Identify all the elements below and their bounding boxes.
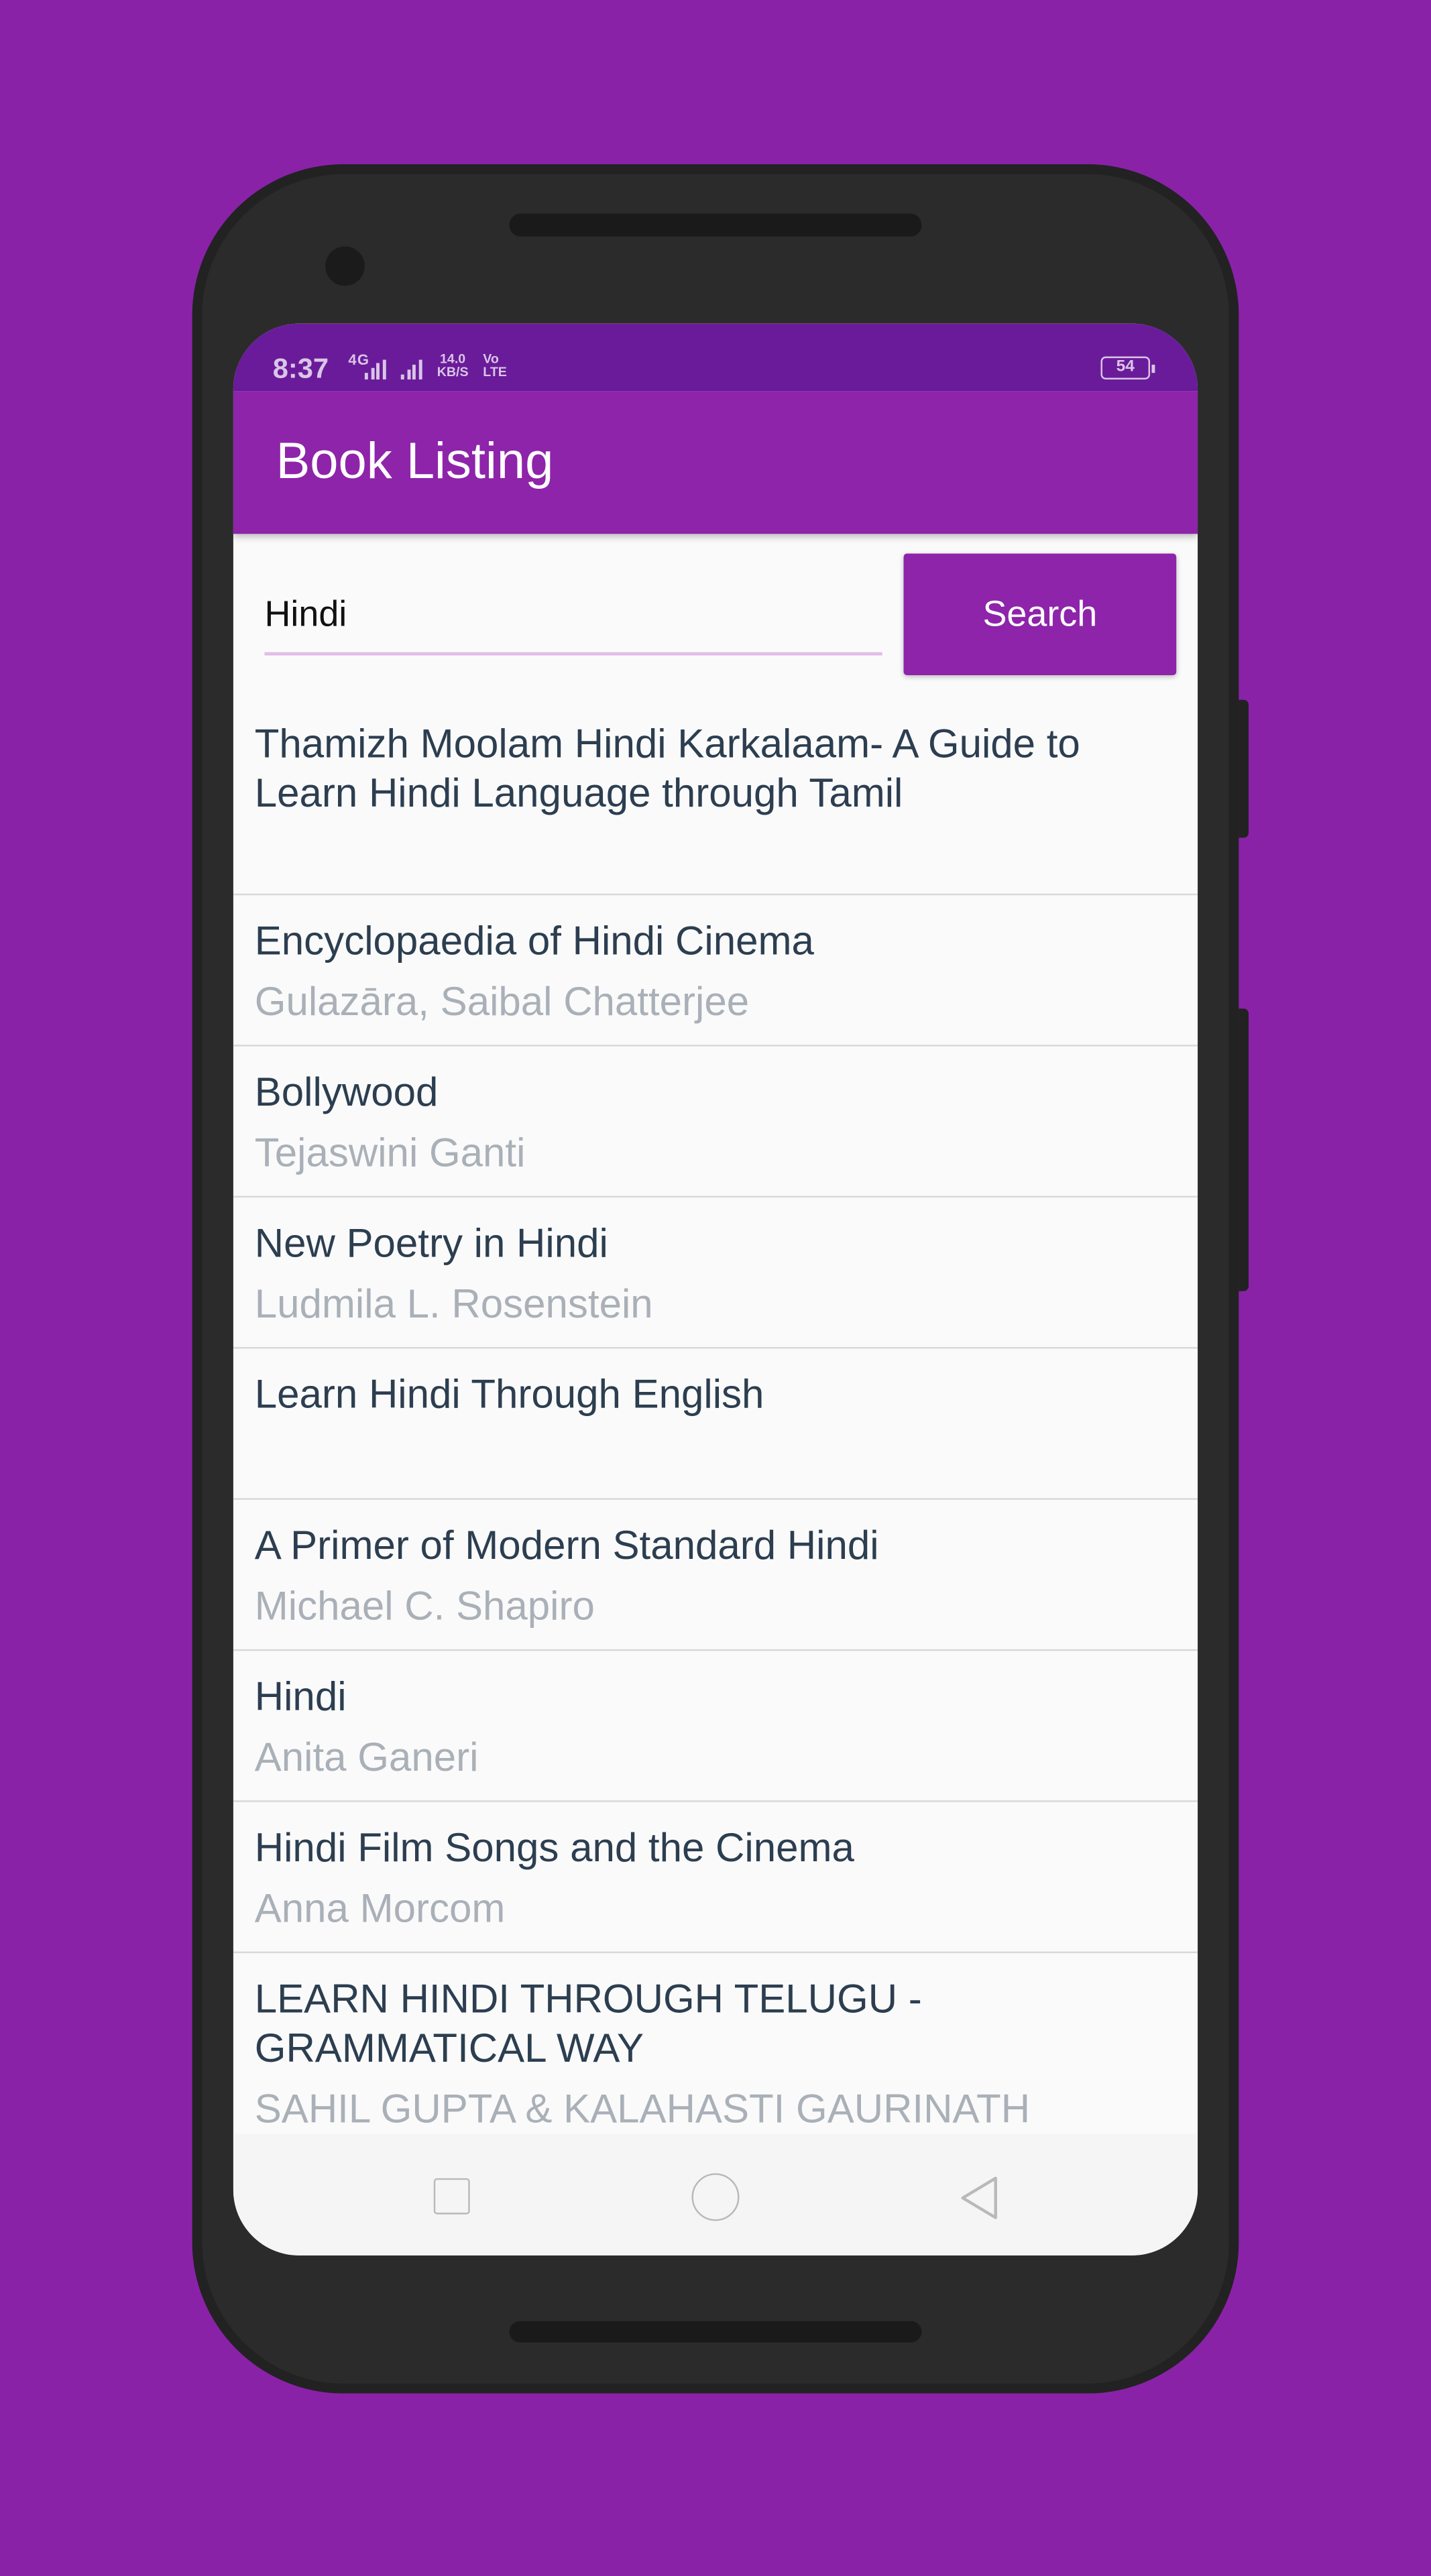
home-icon[interactable] (691, 2173, 740, 2221)
app-bar: Book Listing (233, 391, 1198, 534)
battery-icon: 54 (1100, 356, 1150, 379)
book-item[interactable]: New Poetry in Hindi Ludmila L. Rosenstei… (233, 1197, 1198, 1349)
book-list[interactable]: Thamizh Moolam Hindi Karkalaam- A Guide … (233, 698, 1198, 2183)
status-time: 8:37 (272, 353, 329, 385)
bottom-speaker (509, 2321, 922, 2343)
search-button[interactable]: Search (903, 553, 1177, 675)
book-author: SAHIL GUPTA & KALAHASTI GAURINATH (254, 2087, 1031, 2133)
book-author: Anna Morcom (254, 1887, 506, 1932)
book-item[interactable]: Hindi Anita Ganeri (233, 1651, 1198, 1802)
book-item[interactable]: Hindi Film Songs and the Cinema Anna Mor… (233, 1802, 1198, 1954)
signal-icon (364, 359, 386, 379)
power-button (1239, 1008, 1249, 1291)
book-author: Michael C. Shapiro (254, 1585, 595, 1630)
book-title: Hindi Film Songs and the Cinema (254, 1826, 854, 1871)
book-item[interactable]: Thamizh Moolam Hindi Karkalaam- A Guide … (233, 698, 1198, 896)
front-camera (325, 246, 365, 286)
book-title: Thamizh Moolam Hindi Karkalaam- A Guide … (254, 723, 1080, 817)
book-item[interactable]: Bollywood Tejaswini Ganti (233, 1047, 1198, 1198)
navigation-bar (233, 2133, 1198, 2256)
back-icon[interactable] (956, 2173, 1003, 2223)
book-author: Gulazāra, Saibal Chatterjee (254, 980, 750, 1025)
book-item[interactable]: Learn Hindi Through English (233, 1348, 1198, 1500)
book-title: A Primer of Modern Standard Hindi (254, 1524, 879, 1569)
network-speed: 14.0 KB/S (437, 353, 469, 379)
signal-icon (400, 359, 422, 379)
earpiece-speaker (509, 213, 922, 237)
volte-icon: Vo LTE (483, 353, 507, 379)
battery-tip (1151, 364, 1155, 373)
book-title: Bollywood (254, 1071, 439, 1116)
book-author: Tejaswini Ganti (254, 1132, 526, 1177)
book-title: New Poetry in Hindi (254, 1222, 608, 1267)
status-bar: 8:37 4G 14.0 KB/S Vo LTE 54 (233, 323, 1198, 392)
book-item[interactable]: A Primer of Modern Standard Hindi Michae… (233, 1500, 1198, 1651)
book-title: Learn Hindi Through English (254, 1373, 764, 1418)
book-title: LEARN HINDI THROUGH TELUGU - GRAMMATICAL… (254, 1977, 922, 2072)
recent-apps-icon[interactable] (433, 2178, 470, 2215)
volte-bottom: LTE (483, 364, 507, 379)
book-item[interactable]: Encyclopaedia of Hindi Cinema Gulazāra, … (233, 895, 1198, 1047)
book-title: Encyclopaedia of Hindi Cinema (254, 920, 814, 965)
book-author: Ludmila L. Rosenstein (254, 1283, 653, 1328)
volume-button (1239, 699, 1249, 838)
page-title: Book Listing (276, 432, 554, 490)
book-title: Hindi (254, 1676, 347, 1720)
speed-unit: KB/S (437, 364, 469, 379)
book-author: Anita Ganeri (254, 1736, 479, 1781)
search-input[interactable] (264, 576, 882, 656)
device-mockup: 8:37 4G 14.0 KB/S Vo LTE 54 Book Listing… (0, 0, 1431, 2576)
screen: 8:37 4G 14.0 KB/S Vo LTE 54 Book Listing… (233, 323, 1198, 2256)
